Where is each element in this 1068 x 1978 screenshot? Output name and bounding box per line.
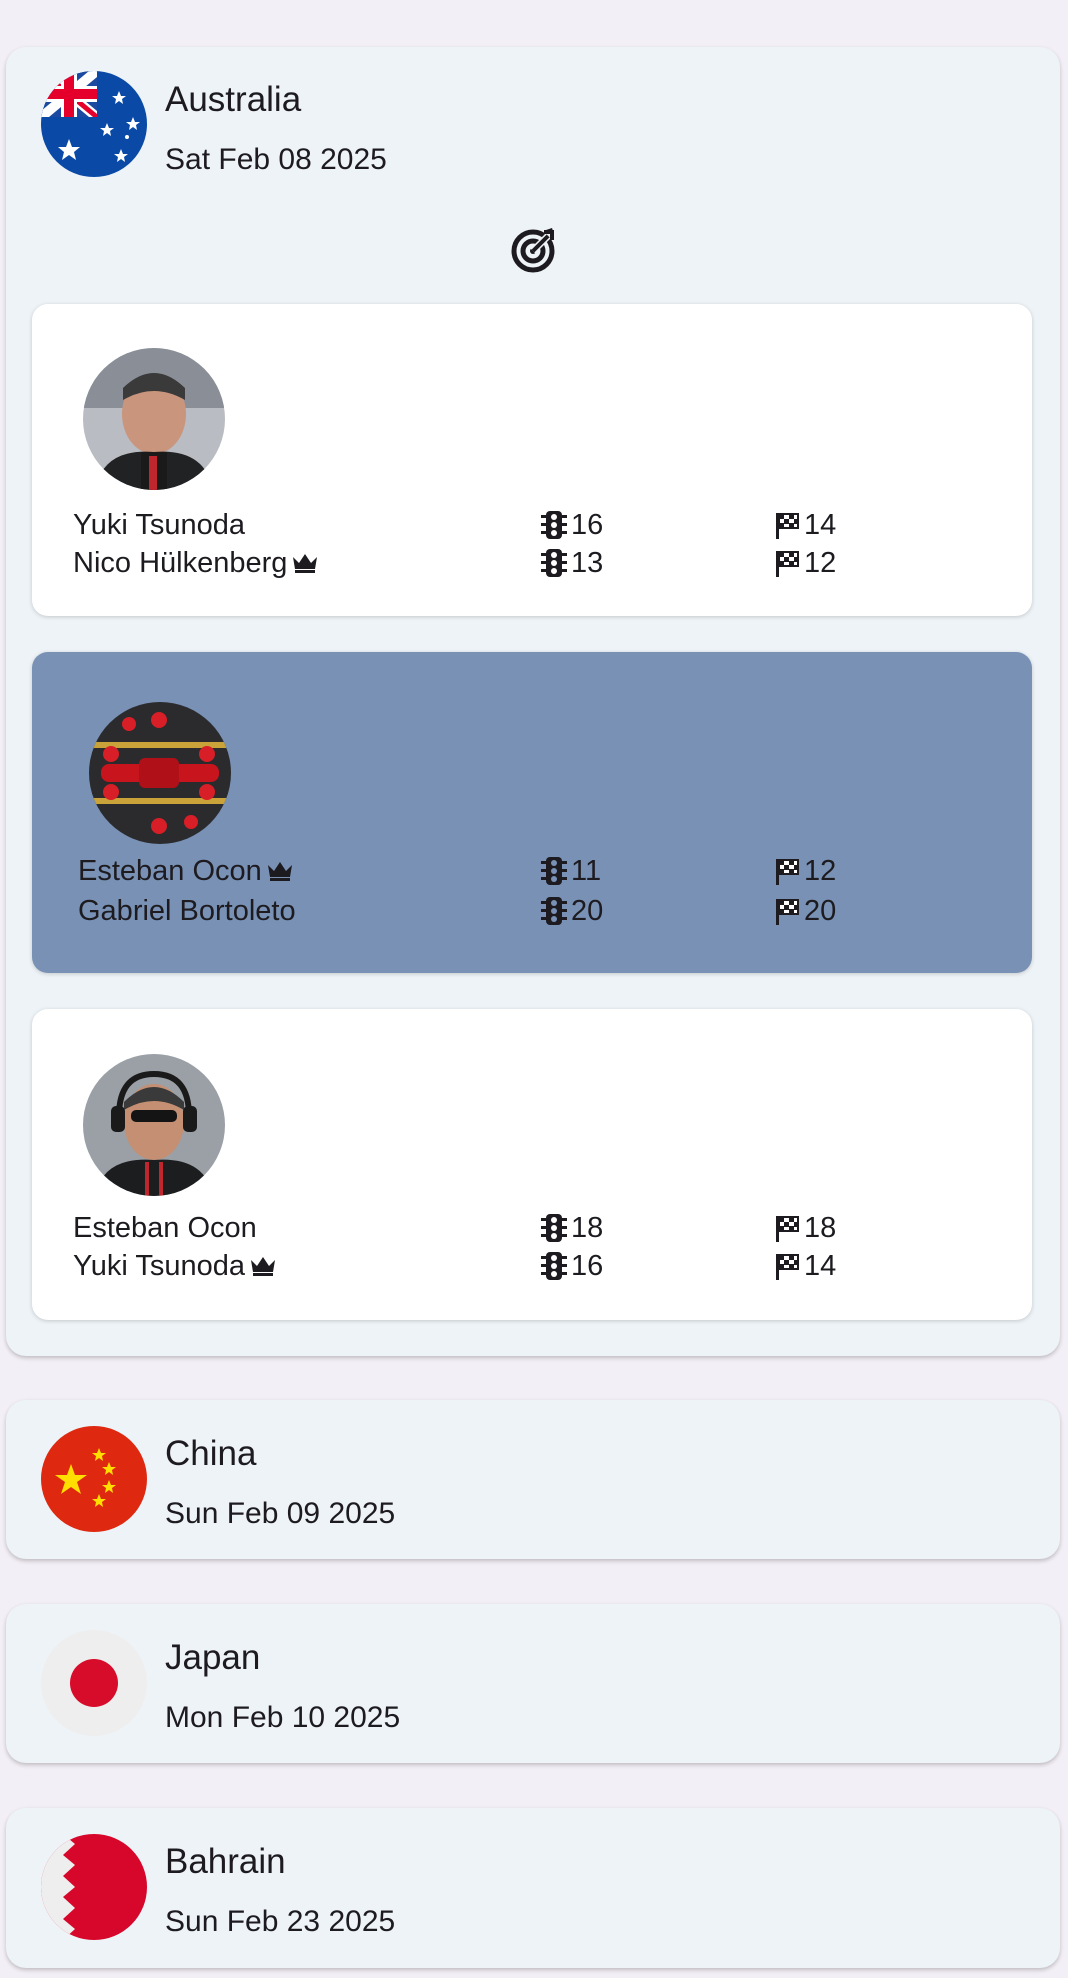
country-name: Bahrain (165, 1842, 286, 1881)
finish-position: 18 (774, 1209, 836, 1247)
finish-value: 14 (804, 509, 837, 541)
race-card-china[interactable]: China Sun Feb 09 2025 (6, 1400, 1060, 1559)
finish-position: 14 (774, 506, 836, 544)
traffic-light-icon (541, 1251, 567, 1281)
traffic-light-icon (541, 1213, 567, 1243)
start-position: 16 (541, 1247, 603, 1285)
driver-name: Esteban Ocon (73, 1212, 257, 1244)
crown-icon (266, 859, 294, 883)
start-value: 13 (571, 547, 604, 579)
driver-name: Yuki Tsunoda (73, 509, 245, 541)
race-card-bahrain[interactable]: Bahrain Sun Feb 23 2025 (6, 1808, 1060, 1968)
bahrain-flag-icon (41, 1834, 147, 1940)
team-principal-portrait-icon (83, 348, 225, 490)
traffic-light-icon (541, 548, 567, 578)
checkered-flag-icon (774, 510, 800, 540)
start-position: 11 (541, 852, 601, 890)
driver-row: Esteban Ocon 18 18 (32, 1209, 1032, 1247)
country-name: China (165, 1434, 257, 1473)
driver-row: Nico Hülkenberg 13 12 (32, 544, 1032, 582)
driver-row: Yuki Tsunoda 16 14 (32, 1247, 1032, 1285)
race-date: Sat Feb 08 2025 (165, 143, 387, 176)
traffic-light-icon (541, 510, 567, 540)
race-header[interactable]: Japan Mon Feb 10 2025 (6, 1604, 1060, 1754)
driver-name: Nico Hülkenberg (73, 547, 288, 579)
china-flag-icon (41, 1426, 147, 1532)
checkered-flag-icon (774, 1213, 800, 1243)
driver-row: Yuki Tsunoda 16 14 (32, 506, 1032, 544)
start-position: 20 (541, 892, 603, 930)
start-position: 18 (541, 1209, 603, 1247)
start-value: 20 (571, 895, 604, 927)
start-value: 18 (571, 1212, 604, 1244)
finish-position: 14 (774, 1247, 836, 1285)
start-position: 16 (541, 506, 603, 544)
finish-position: 12 (774, 852, 836, 890)
finish-position: 20 (774, 892, 836, 930)
finish-value: 20 (804, 895, 837, 927)
ferrari-pit-stop-icon (89, 702, 231, 844)
start-position: 13 (541, 544, 603, 582)
finish-value: 12 (804, 855, 837, 887)
driver-row: Esteban Ocon 11 12 (32, 852, 1032, 890)
race-card-japan[interactable]: Japan Mon Feb 10 2025 (6, 1604, 1060, 1763)
race-header[interactable]: China Sun Feb 09 2025 (6, 1400, 1060, 1550)
finish-value: 14 (804, 1250, 837, 1282)
start-value: 16 (571, 1250, 604, 1282)
race-date: Mon Feb 10 2025 (165, 1701, 401, 1734)
driver-row: Gabriel Bortoleto 20 20 (32, 892, 1032, 930)
finish-value: 12 (804, 547, 837, 579)
start-value: 16 (571, 509, 604, 541)
traffic-light-icon (541, 896, 567, 926)
crown-icon (291, 551, 319, 575)
race-date: Sun Feb 23 2025 (165, 1905, 396, 1938)
australia-flag-icon (41, 71, 147, 177)
finish-value: 18 (804, 1212, 837, 1244)
checkered-flag-icon (774, 1251, 800, 1281)
race-header[interactable]: Bahrain Sun Feb 23 2025 (6, 1808, 1060, 1958)
race-date: Sun Feb 09 2025 (165, 1497, 396, 1530)
japan-flag-icon (41, 1630, 147, 1736)
country-name: Japan (165, 1638, 261, 1677)
driver-name: Gabriel Bortoleto (78, 895, 296, 927)
crown-icon (249, 1254, 277, 1278)
traffic-light-icon (541, 856, 567, 886)
start-value: 11 (571, 855, 602, 887)
finish-position: 12 (774, 544, 836, 582)
prediction-card[interactable]: Esteban Ocon 18 18 Yuki Tsunoda 16 14 (32, 1009, 1032, 1320)
driver-name: Yuki Tsunoda (73, 1250, 245, 1282)
checkered-flag-icon (774, 548, 800, 578)
team-principal-headset-icon (83, 1054, 225, 1196)
checkered-flag-icon (774, 856, 800, 886)
country-name: Australia (165, 80, 302, 119)
prediction-card[interactable]: Yuki Tsunoda 16 14 Nico Hülkenberg 13 12 (32, 304, 1032, 616)
race-card-australia[interactable]: Australia Sat Feb 08 2025 Yuki Tsunoda 1… (6, 47, 1060, 1356)
prediction-card-selected[interactable]: Esteban Ocon 11 12 Gabriel Bortoleto 20 … (32, 652, 1032, 973)
checkered-flag-icon (774, 896, 800, 926)
race-header[interactable]: Australia Sat Feb 08 2025 (6, 47, 1060, 197)
driver-name: Esteban Ocon (78, 855, 262, 887)
target-icon[interactable] (508, 226, 558, 276)
